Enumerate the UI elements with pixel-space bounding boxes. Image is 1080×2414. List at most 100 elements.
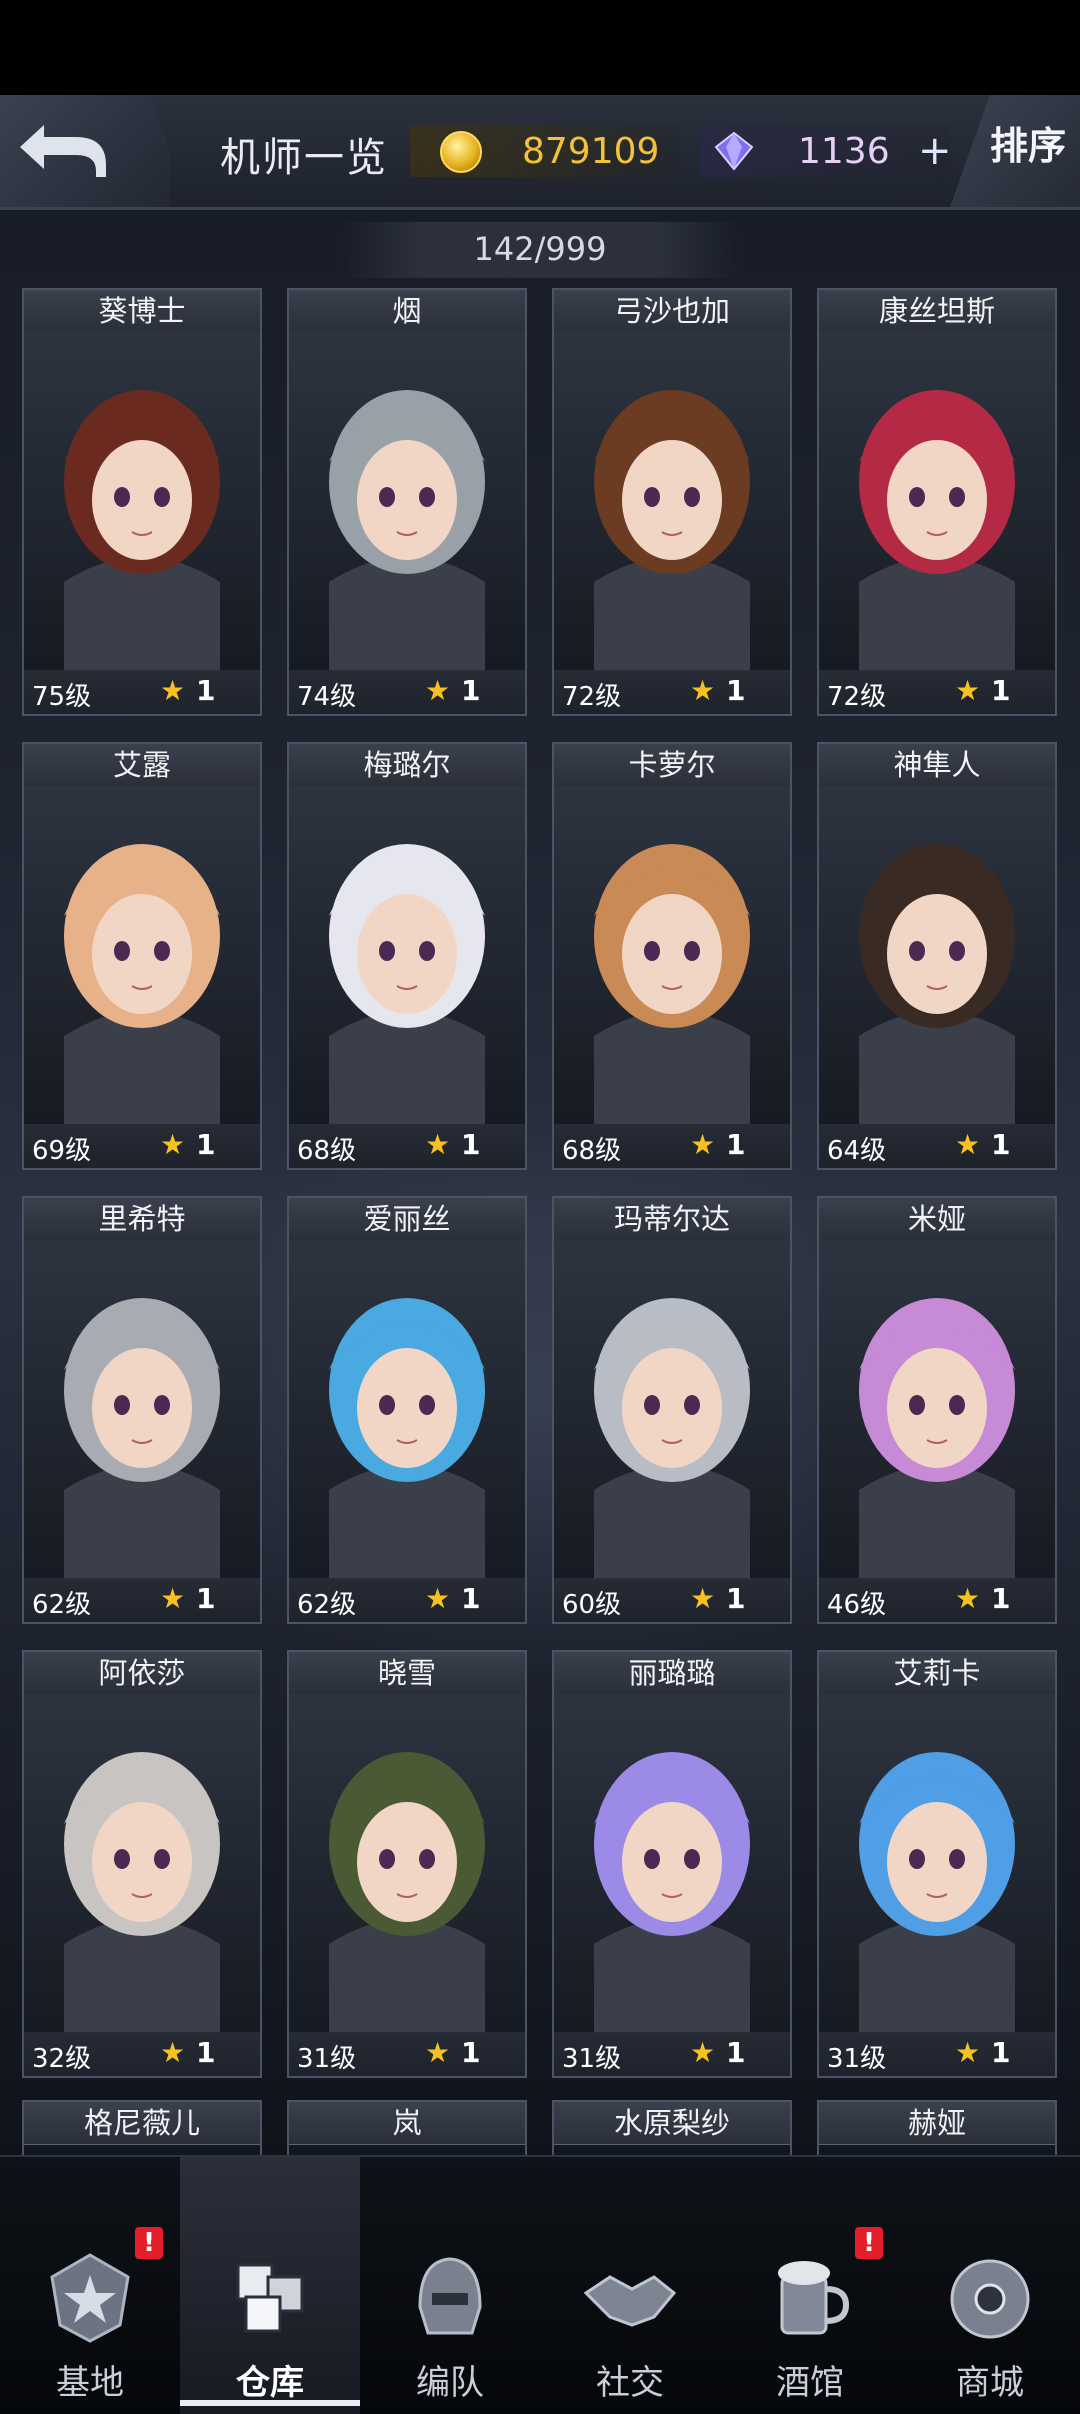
pilot-level: 68级 — [297, 1136, 357, 1166]
pilot-stars: 1 — [726, 1128, 746, 1161]
top-bar: 机师一览 879109 1136 + 排序 — [0, 95, 1080, 210]
pilot-card[interactable]: 烟 74级 ★ 1 — [287, 288, 527, 716]
pilot-name: 康丝坦斯 — [819, 290, 1055, 333]
pilot-level: 62级 — [32, 1590, 92, 1620]
mech-helmet-icon — [400, 2247, 500, 2351]
star-icon: ★ — [425, 674, 451, 707]
pilot-card[interactable]: 水原梨纱 — [552, 2100, 792, 2160]
handshake-icon — [580, 2247, 680, 2351]
pilot-card[interactable]: 康丝坦斯 72级 ★ 1 — [817, 288, 1057, 716]
pilot-portrait — [819, 332, 1055, 672]
star-icon: ★ — [425, 1582, 451, 1615]
pilot-portrait — [819, 1694, 1055, 2034]
pilot-stars: 1 — [196, 1128, 216, 1161]
nav-label: 社交 — [596, 2363, 664, 2403]
pilot-card[interactable]: 葵博士 75级 ★ 1 — [22, 288, 262, 716]
pilot-name: 艾莉卡 — [819, 1652, 1055, 1695]
back-button[interactable] — [0, 95, 170, 207]
star-icon: ★ — [955, 1128, 981, 1161]
alert-badge: ! — [135, 2227, 163, 2259]
pilot-level: 31级 — [562, 2044, 622, 2074]
pilot-card[interactable]: 岚 — [287, 2100, 527, 2160]
pilot-portrait — [289, 1240, 525, 1580]
sort-label: 排序 — [990, 124, 1067, 168]
pilot-stars: 1 — [726, 1582, 746, 1615]
star-icon: ★ — [955, 674, 981, 707]
shop-capsule-icon — [940, 2247, 1040, 2351]
sort-button[interactable]: 排序 — [950, 95, 1080, 207]
pilot-card[interactable]: 爱丽丝 62级 ★ 1 — [287, 1196, 527, 1624]
pilot-stars: 1 — [991, 1128, 1011, 1161]
pilot-count: 142/999 — [473, 230, 607, 268]
back-arrow-icon — [20, 125, 106, 177]
pilot-card[interactable]: 梅璐尔 68级 ★ 1 — [287, 742, 527, 1170]
pilot-name: 丽璐璐 — [554, 1652, 790, 1695]
pilot-level: 32级 — [32, 2044, 92, 2074]
pilot-portrait — [289, 1694, 525, 2034]
nav-label: 仓库 — [236, 2363, 304, 2403]
pilot-name: 艾露 — [24, 744, 260, 787]
pilot-footer: 68级 ★ 1 — [554, 1124, 790, 1168]
pilot-portrait — [24, 1694, 260, 2034]
pilot-footer: 72级 ★ 1 — [819, 670, 1055, 714]
pilot-name: 米娅 — [819, 1198, 1055, 1241]
star-icon: ★ — [160, 674, 186, 707]
nav-tab-6[interactable]: 商城 — [900, 2157, 1080, 2414]
pilot-card[interactable]: 赫娅 — [817, 2100, 1057, 2160]
pilot-footer: 64级 ★ 1 — [819, 1124, 1055, 1168]
bottom-nav: 基地! 仓库 编队 社交 酒馆! 商城 — [0, 2155, 1080, 2414]
pilot-level: 64级 — [827, 1136, 887, 1166]
pilot-level: 75级 — [32, 682, 92, 712]
pilot-card[interactable]: 神隼人 64级 ★ 1 — [817, 742, 1057, 1170]
star-icon: ★ — [955, 2036, 981, 2069]
pilot-level: 62级 — [297, 1590, 357, 1620]
nav-tab-1[interactable]: 基地! — [0, 2157, 180, 2414]
pilot-stars: 1 — [726, 2036, 746, 2069]
pilot-name: 梅璐尔 — [289, 744, 525, 787]
pilot-name: 阿依莎 — [24, 1652, 260, 1695]
pilot-name: 岚 — [289, 2102, 525, 2145]
pilot-card[interactable]: 卡萝尔 68级 ★ 1 — [552, 742, 792, 1170]
pilot-name: 葵博士 — [24, 290, 260, 333]
pilot-card[interactable]: 玛蒂尔达 60级 ★ 1 — [552, 1196, 792, 1624]
pilot-level: 72级 — [827, 682, 887, 712]
pilot-card[interactable]: 艾莉卡 31级 ★ 1 — [817, 1650, 1057, 2078]
nav-tab-3[interactable]: 编队 — [360, 2157, 540, 2414]
pilot-footer: 69级 ★ 1 — [24, 1124, 260, 1168]
pilot-card[interactable]: 里希特 62级 ★ 1 — [22, 1196, 262, 1624]
pilot-card[interactable]: 晓雪 31级 ★ 1 — [287, 1650, 527, 2078]
star-icon: ★ — [425, 2036, 451, 2069]
pilot-portrait — [24, 1240, 260, 1580]
pilot-card[interactable]: 丽璐璐 31级 ★ 1 — [552, 1650, 792, 2078]
pilot-stars: 1 — [991, 2036, 1011, 2069]
pilot-level: 74级 — [297, 682, 357, 712]
pilot-level: 46级 — [827, 1590, 887, 1620]
page-title: 机师一览 — [220, 135, 388, 181]
star-icon: ★ — [690, 2036, 716, 2069]
pilot-stars: 1 — [461, 2036, 481, 2069]
pilot-footer: 72级 ★ 1 — [554, 670, 790, 714]
base-emblem-icon — [40, 2247, 140, 2351]
nav-label: 商城 — [956, 2363, 1024, 2403]
add-gems-button[interactable]: + — [918, 131, 952, 171]
pilot-name: 弓沙也加 — [554, 290, 790, 333]
coin-counter: 879109 — [410, 125, 680, 177]
pilot-card[interactable]: 弓沙也加 72级 ★ 1 — [552, 288, 792, 716]
star-icon: ★ — [160, 2036, 186, 2069]
pilot-card[interactable]: 格尼薇儿 — [22, 2100, 262, 2160]
nav-tab-2[interactable]: 仓库 — [180, 2157, 360, 2414]
pilot-card[interactable]: 艾露 69级 ★ 1 — [22, 742, 262, 1170]
pilot-footer: 62级 ★ 1 — [289, 1578, 525, 1622]
nav-tab-5[interactable]: 酒馆! — [720, 2157, 900, 2414]
star-icon: ★ — [690, 674, 716, 707]
pilot-card[interactable]: 阿依莎 32级 ★ 1 — [22, 1650, 262, 2078]
pilot-stars: 1 — [991, 1582, 1011, 1615]
nav-label: 基地 — [56, 2363, 124, 2403]
pilot-name: 爱丽丝 — [289, 1198, 525, 1241]
pilot-portrait — [554, 786, 790, 1126]
coin-icon — [440, 131, 482, 173]
nav-tab-4[interactable]: 社交 — [540, 2157, 720, 2414]
pilot-card[interactable]: 米娅 46级 ★ 1 — [817, 1196, 1057, 1624]
pilot-name: 卡萝尔 — [554, 744, 790, 787]
pilot-portrait — [819, 786, 1055, 1126]
